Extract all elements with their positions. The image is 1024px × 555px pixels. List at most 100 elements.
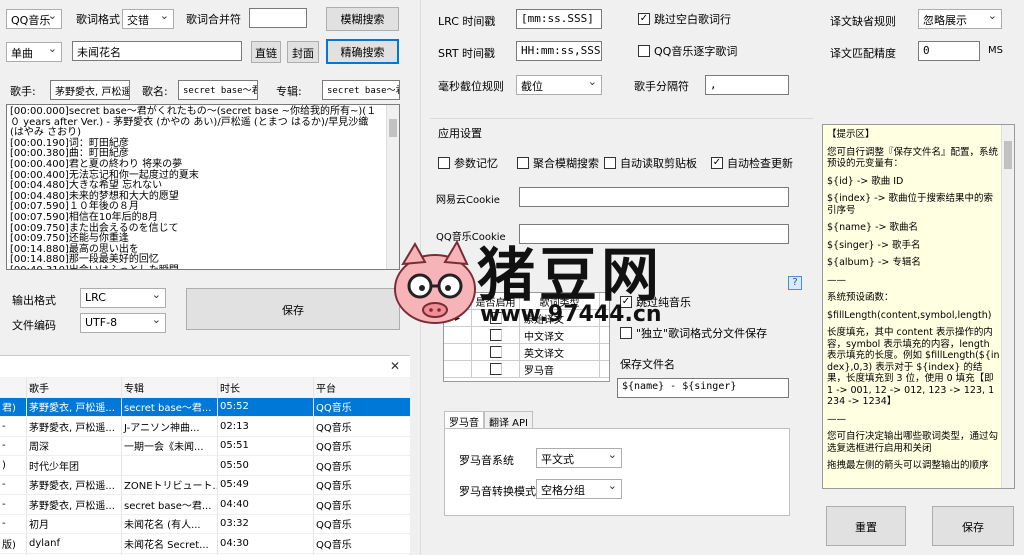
drag-arrow-icon[interactable]	[444, 344, 472, 360]
watermark: 猪豆网 www.97444.cn	[385, 228, 715, 338]
song-label: 歌名:	[142, 85, 168, 98]
aggregate-search-checkbox[interactable]: 聚合模糊搜索	[517, 155, 599, 171]
lyric-type-row[interactable]: 罗马音	[444, 361, 609, 378]
checkbox-empty-icon	[604, 157, 616, 169]
hint-paragraph: ${name} -> 歌曲名	[827, 222, 919, 233]
param-memory-checkbox[interactable]: 参数记忆	[438, 155, 498, 171]
table-cell: -	[0, 436, 27, 455]
table-cell: 05:52	[218, 397, 314, 416]
table-cell: -	[0, 495, 27, 514]
table-header[interactable]: 歌手 专辑 时长 平台	[0, 378, 410, 398]
match-precision-label: 译文匹配精度	[830, 47, 896, 60]
singer-field[interactable]: 茅野愛衣, 戸松遥	[50, 80, 130, 100]
table-cell: ZONEトリビュート...	[122, 475, 218, 494]
search-type-select[interactable]: 单曲	[6, 42, 62, 62]
search-input[interactable]: 未闻花名	[72, 41, 242, 61]
ms-digit-select[interactable]: 截位	[516, 75, 602, 95]
help-icon[interactable]: ?	[788, 276, 802, 290]
lyric-format-select[interactable]: 交错	[122, 9, 174, 29]
lyric-format-label: 歌词格式	[76, 13, 120, 26]
table-cell: 时长	[218, 378, 314, 397]
direct-link-button[interactable]: 直链	[251, 41, 281, 63]
output-format-select[interactable]: LRC	[80, 288, 166, 308]
hint-panel[interactable]: 【提示区】 您可自行调整『保存文件名』配置，系统预设的元变量有： ${id} -> …	[822, 124, 1015, 489]
checkbox-empty-icon	[638, 45, 650, 57]
table-cell: 05:50	[218, 456, 314, 475]
hint-title: 【提示区】	[827, 129, 875, 140]
lrc-time-input[interactable]: [mm:ss.SSS]	[516, 9, 602, 29]
singer-sep-input[interactable]: ,	[705, 75, 789, 95]
album-field[interactable]: secret base～君	[322, 80, 400, 100]
hint-scrollbar[interactable]	[1001, 125, 1014, 488]
table-cell: QQ音乐	[316, 520, 352, 532]
table-cell: 歌手	[27, 378, 122, 397]
enable-checkbox[interactable]	[472, 344, 520, 360]
auto-clipboard-checkbox[interactable]: 自动读取剪贴板	[604, 155, 697, 171]
close-icon[interactable]: ✕	[390, 359, 400, 373]
lyric-line: [00:07.590]相信在10年后的8月	[10, 211, 158, 223]
table-cell: 茅野愛衣, 戸松遥...	[27, 475, 122, 494]
left-save-button[interactable]: 保存	[186, 288, 400, 330]
hint-paragraph: 您可自行决定输出哪些歌词类型，通过勾选复选框进行启用和关闭	[827, 431, 999, 454]
table-cell: QQ音乐	[316, 403, 352, 415]
table-cell: 平台	[316, 383, 336, 395]
lyric-type-label: 英文译文	[520, 344, 600, 360]
right-save-button[interactable]: 保存	[932, 506, 1014, 546]
srt-time-input[interactable]: HH:mm:ss,SSS	[516, 41, 602, 61]
hint-paragraph: 您可自行调整『保存文件名』配置，系统预设的元变量有：	[827, 146, 999, 170]
table-cell: secret base～君...	[122, 397, 218, 416]
source-select[interactable]: QQ音乐	[6, 9, 62, 29]
table-row[interactable]: - 茅野愛衣, 戸松遥... secret base～君... 04:40 QQ音乐	[0, 495, 410, 515]
save-filename-input[interactable]: ${name} - ${singer}	[617, 378, 789, 398]
file-encoding-select[interactable]: UTF-8	[80, 313, 166, 333]
table-cell: J-アニソン神曲...	[122, 417, 218, 436]
table-cell: 版)	[0, 534, 27, 553]
hint-paragraph: 长度填充，其中 content 表示操作的内容，symbol 表示填充的内容，l…	[827, 327, 1000, 407]
skip-empty-checkbox[interactable]: ✓ 跳过空白歌词行	[638, 11, 731, 27]
table-cell: 04:40	[218, 495, 314, 514]
lyric-textarea[interactable]: [00:00.000]secret base～君がくれたもの～(secret b…	[6, 104, 400, 270]
drag-arrow-icon[interactable]	[444, 361, 472, 377]
table-cell: QQ音乐	[316, 461, 352, 473]
table-cell: 周深	[27, 436, 122, 455]
romaji-mode-label: 罗马音转换模式	[459, 485, 536, 498]
song-field[interactable]: secret base～君	[178, 80, 258, 100]
results-table[interactable]: 歌手 专辑 时长 平台 君) 茅野愛衣, 戸松遥... secret base～君... 05…	[0, 378, 410, 555]
checkbox-checked-icon: ✓	[711, 157, 723, 169]
table-row[interactable]: 版) dylanf 未闻花名 Secret... 04:30 QQ音乐	[0, 534, 410, 554]
lyric-merge-input[interactable]	[249, 8, 307, 28]
enable-checkbox[interactable]	[472, 361, 520, 377]
table-row[interactable]: - 周深 一期一会《未闻... 05:51 QQ音乐	[0, 436, 410, 456]
fuzzy-search-button[interactable]: 模糊搜索	[326, 7, 399, 31]
table-cell: 君)	[0, 397, 27, 416]
lyric-type-row[interactable]: 英文译文	[444, 344, 609, 361]
pig-logo-icon	[394, 239, 476, 324]
netease-cookie-input[interactable]	[519, 187, 789, 207]
table-row[interactable]: - 初月 未闻花名 (有人... 03:32 QQ音乐	[0, 514, 410, 534]
table-cell: -	[0, 475, 27, 494]
table-row[interactable]: 君) 茅野愛衣, 戸松遥... secret base～君... 05:52 QQ音乐	[0, 397, 410, 417]
output-format-label: 输出格式	[12, 294, 56, 307]
checkbox-checked-icon: ✓	[638, 13, 650, 25]
reset-button[interactable]: 重置	[826, 506, 906, 546]
watermark-url: www.97444.cn	[480, 302, 662, 327]
singer-label: 歌手:	[10, 85, 36, 98]
lyric-line: [00:00.000]secret base～君がくれたもの～(secret b…	[10, 106, 377, 139]
auto-update-checkbox[interactable]: ✓ 自动检查更新	[711, 155, 793, 171]
table-row[interactable]: ) 时代少年团 05:50 QQ音乐	[0, 456, 410, 476]
qq-word-checkbox[interactable]: QQ音乐逐字歌词	[638, 43, 737, 59]
table-row[interactable]: - 茅野愛衣, 戸松遥... J-アニソン神曲... 02:13 QQ音乐	[0, 417, 410, 437]
srt-time-label: SRT 时间戳	[438, 47, 496, 60]
table-cell: 专辑	[122, 378, 218, 397]
table-cell: 茅野愛衣, 戸松遥...	[27, 397, 122, 416]
match-precision-input[interactable]: 0	[918, 41, 980, 61]
table-row[interactable]: - 茅野愛衣, 戸松遥... ZONEトリビュート... 05:49 QQ音乐	[0, 475, 410, 495]
cover-button[interactable]: 封面	[287, 41, 319, 63]
romaji-mode-select[interactable]: 空格分组	[536, 479, 622, 499]
table-cell: QQ音乐	[316, 500, 352, 512]
table-cell: -	[0, 514, 27, 533]
table-cell: 初月	[27, 514, 122, 533]
exact-search-button[interactable]: 精确搜索	[326, 39, 399, 64]
missing-rule-select[interactable]: 忽略展示	[918, 9, 1002, 29]
romaji-system-select[interactable]: 平文式	[536, 448, 622, 468]
